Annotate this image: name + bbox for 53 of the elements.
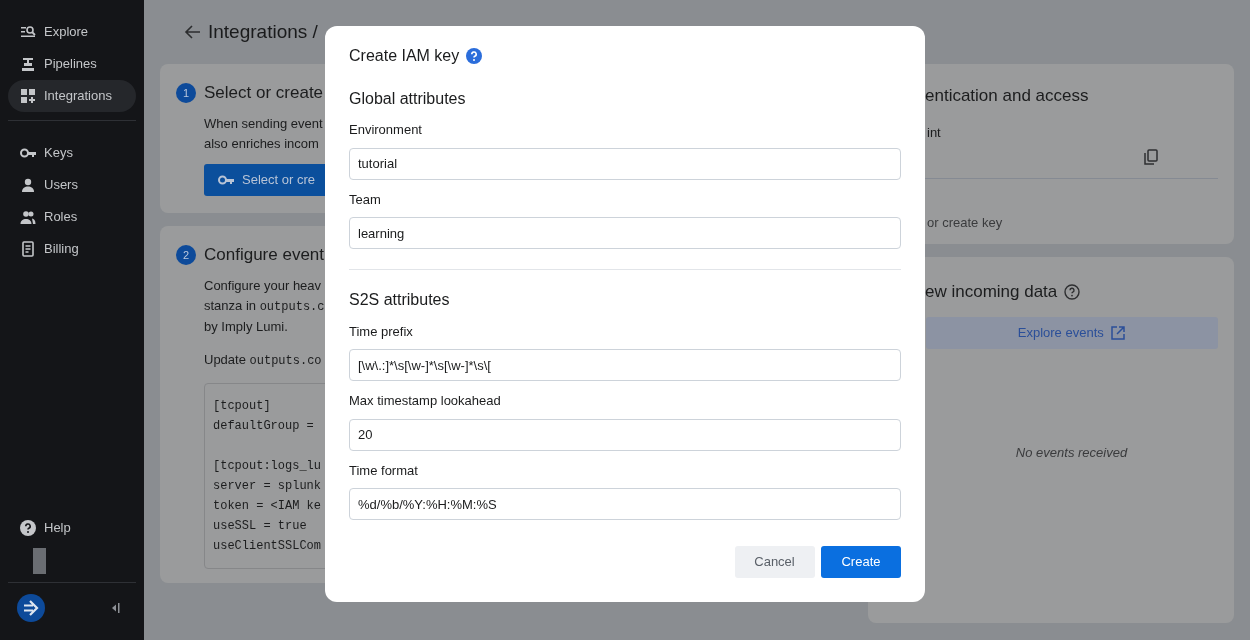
- collapse-icon[interactable]: [111, 603, 120, 613]
- input-field[interactable]: learning: [349, 217, 901, 250]
- page-title: Integrations /: [208, 20, 318, 44]
- card-title: entication and access: [925, 85, 1090, 107]
- cancel-button[interactable]: Cancel: [734, 546, 815, 578]
- users-icon: [20, 209, 36, 225]
- search-icon: [20, 24, 36, 40]
- placeholder-block: [33, 548, 46, 574]
- sidebar-item[interactable]: Pipelines: [8, 48, 136, 80]
- step-number: 2: [176, 245, 196, 265]
- step-title: Select or create: [204, 82, 324, 104]
- sidebar-item[interactable]: Explore: [8, 16, 136, 48]
- field-label: Max timestamp lookahead: [349, 392, 501, 411]
- step-title: Configure event: [204, 244, 325, 266]
- user-icon: [20, 177, 36, 193]
- sidebar-item[interactable]: Roles: [8, 201, 136, 233]
- help-icon: [1063, 283, 1080, 300]
- description-line: Configure your heav: [204, 277, 322, 295]
- step-number: 1: [176, 83, 196, 103]
- sidebar-item[interactable]: Keys: [8, 137, 136, 169]
- help-icon: [20, 520, 36, 536]
- dialog-title: Create IAM key: [349, 46, 460, 66]
- help-icon: [465, 47, 482, 64]
- field-label: Environment: [349, 121, 422, 140]
- sidebar-item[interactable]: Billing: [8, 233, 136, 265]
- logo-icon: [17, 594, 45, 622]
- external-link-icon: [1110, 324, 1127, 341]
- card-title: ew incoming data: [925, 281, 1058, 303]
- input-field[interactable]: 20: [349, 418, 901, 451]
- grid-plus-icon: [20, 88, 36, 104]
- description-line: When sending event: [204, 115, 323, 133]
- input-field[interactable]: tutorial: [349, 147, 901, 180]
- field-label: Time format: [349, 461, 418, 480]
- field-label: int: [927, 123, 941, 142]
- section-heading: S2S attributes: [349, 290, 451, 310]
- description-line: stanza in outputs.c: [204, 297, 325, 316]
- section-heading: Global attributes: [349, 89, 467, 109]
- field-label: Team: [349, 190, 381, 209]
- sidebar-item[interactable]: Integrations: [8, 80, 136, 112]
- create-key-link[interactable]: or create key: [927, 215, 1003, 230]
- description-line: by Imply Lumi.: [204, 318, 288, 336]
- copy-icon[interactable]: [1143, 149, 1159, 165]
- back-arrow-icon[interactable]: [184, 24, 201, 40]
- input-field[interactable]: [\w\.:]*\s[\w-]*\s[\w-]*\s\[: [349, 349, 901, 382]
- create-button[interactable]: Create: [821, 546, 901, 578]
- input-field[interactable]: %d/%b/%Y:%H:%M:%S: [349, 488, 901, 521]
- description-line: Update outputs.co: [204, 351, 322, 370]
- description-line: also enriches incom: [204, 135, 319, 153]
- empty-message: No events received: [1015, 444, 1128, 462]
- field-label: Time prefix: [349, 322, 413, 341]
- sidebar-item[interactable]: Users: [8, 169, 136, 201]
- receipt-icon: [20, 241, 36, 257]
- help-link[interactable]: Help: [8, 512, 136, 544]
